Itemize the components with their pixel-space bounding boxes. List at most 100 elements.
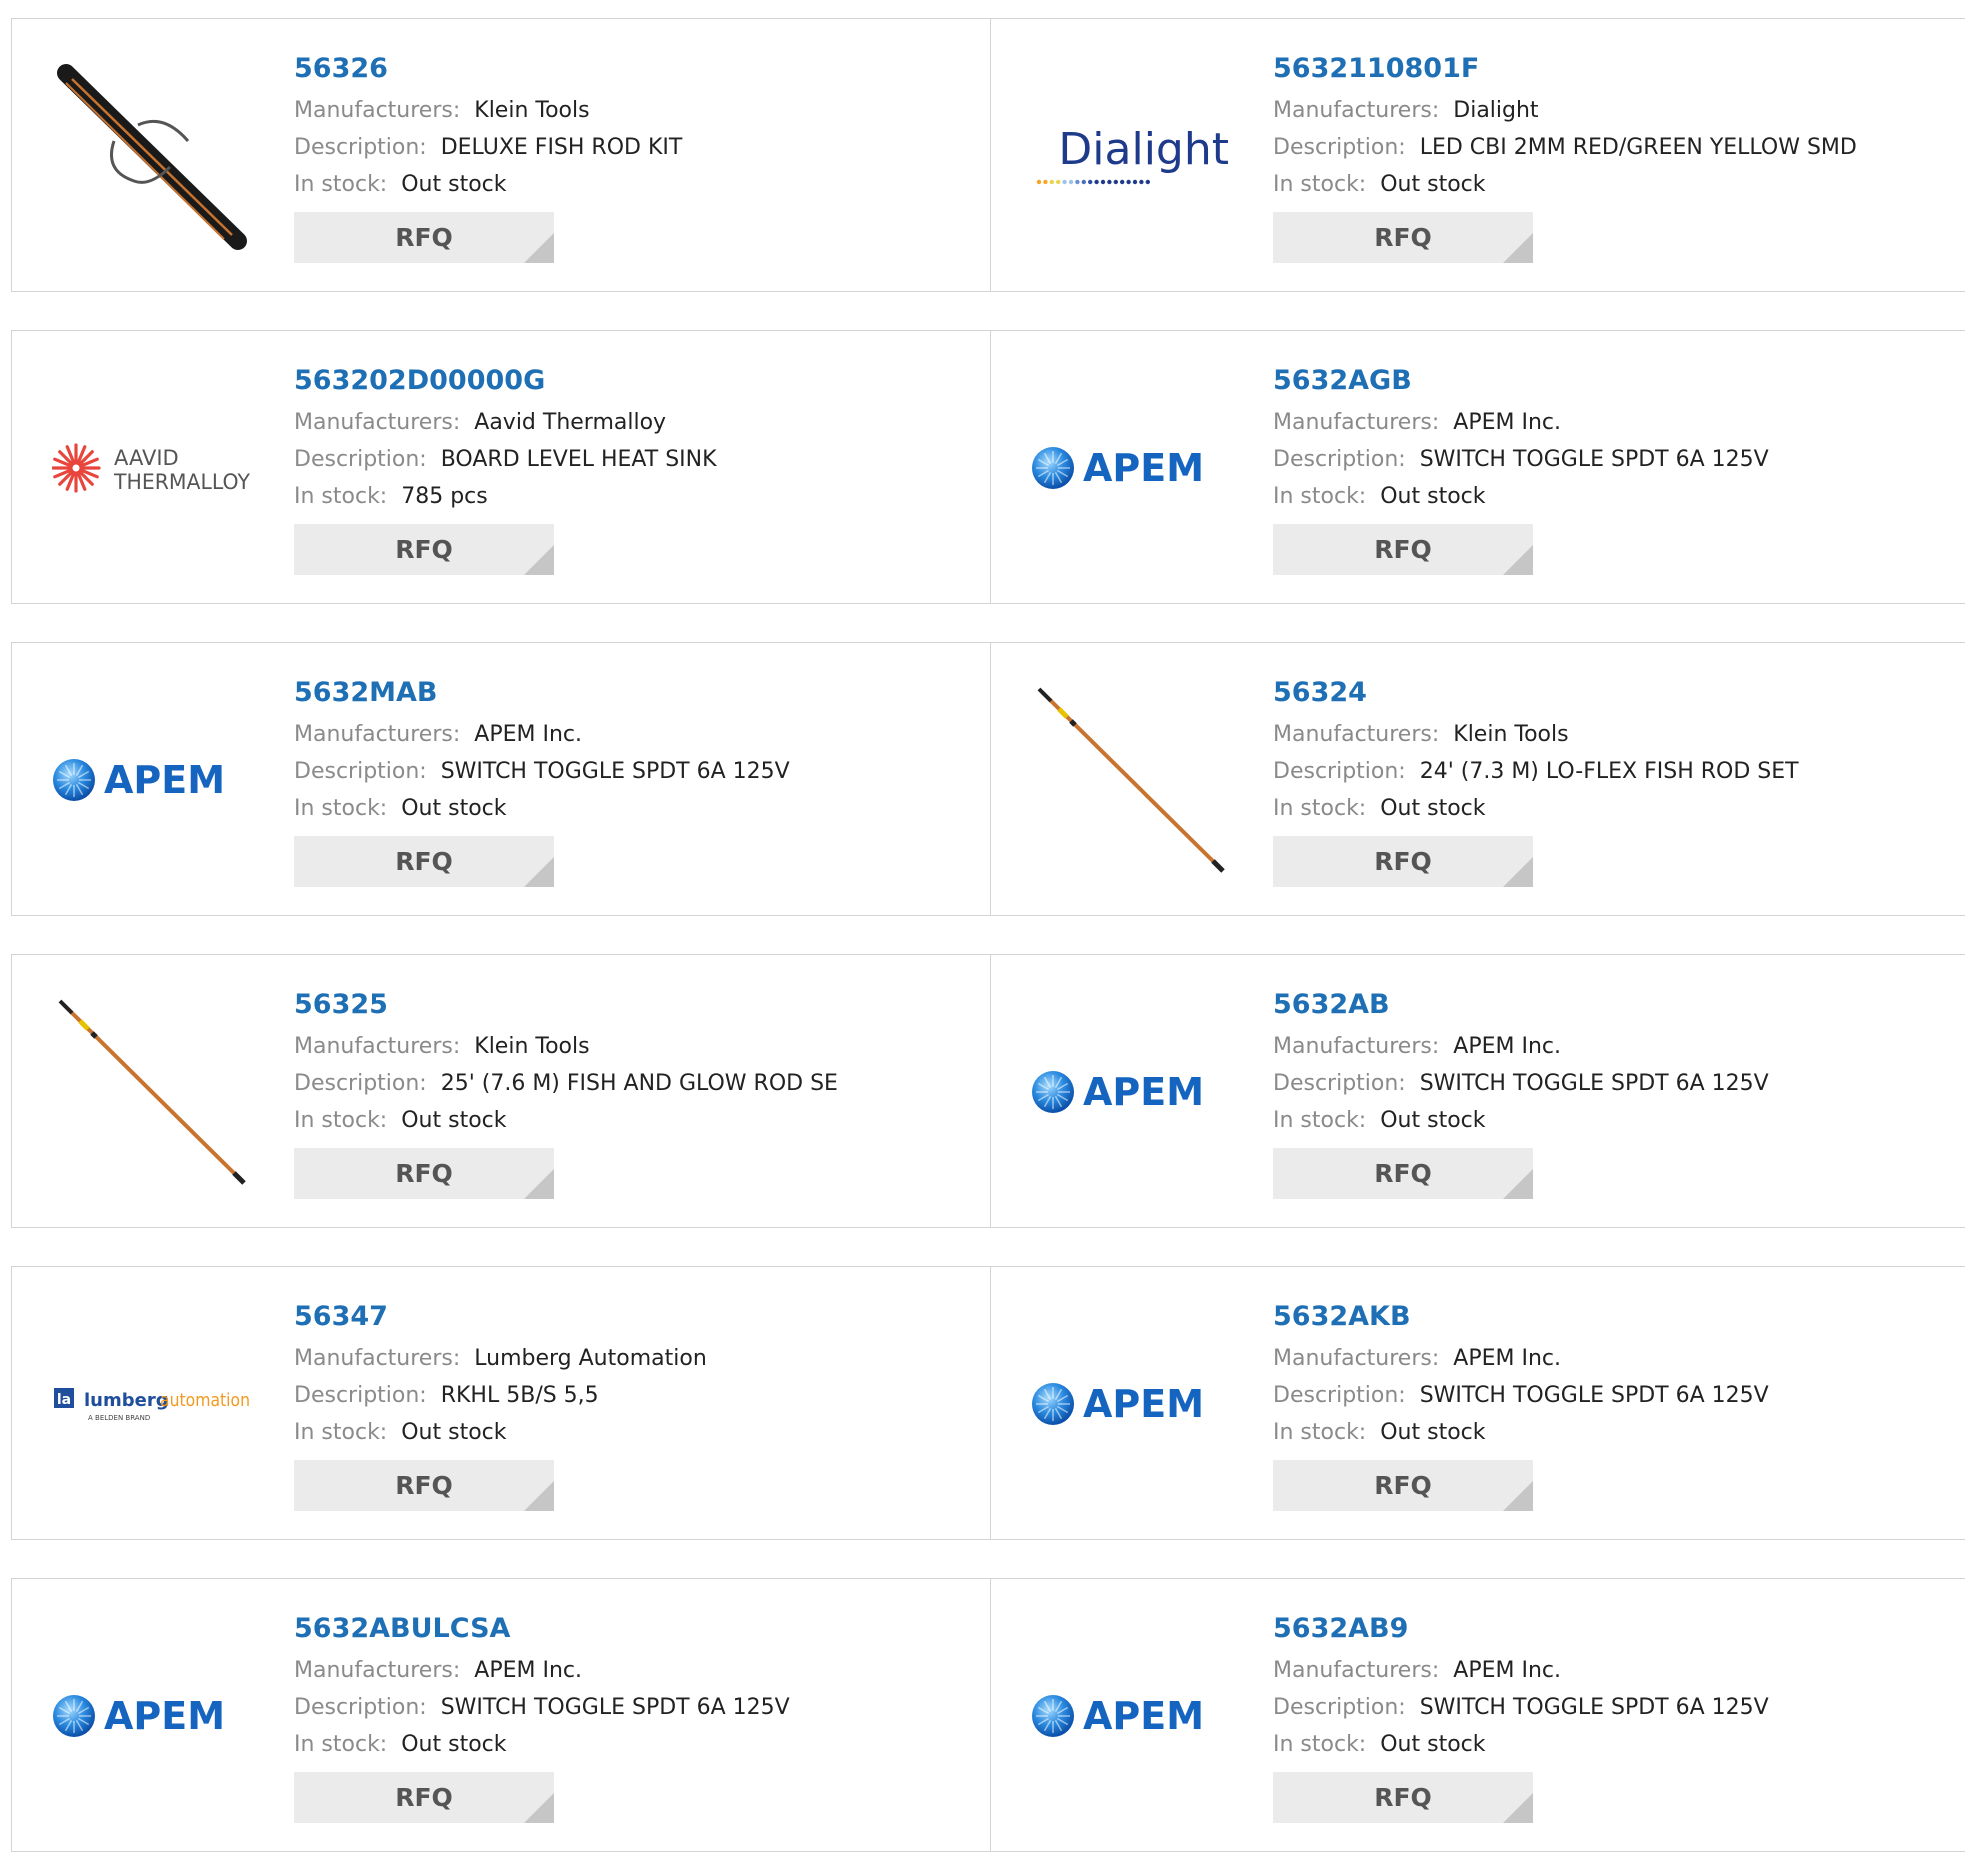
description-value: LED CBI 2MM RED/GREEN YELLOW SMD [1419, 135, 1857, 160]
glow-rod-photo [58, 999, 246, 1185]
description-row: Description: LED CBI 2MM RED/GREEN YELLOW… [1273, 129, 1857, 166]
stock-value: Out stock [401, 1732, 507, 1757]
manufacturer-row: Manufacturers: APEM Inc. [1273, 404, 1769, 441]
product-info: 56324 Manufacturers: Klein Tools Descriptio… [1273, 673, 1799, 887]
manufacturer-value: Lumberg Automation [474, 1346, 707, 1371]
manufacturer-row: Manufacturers: APEM Inc. [1273, 1028, 1769, 1065]
rfq-label: RFQ [395, 1783, 453, 1812]
description-label: Description: [294, 135, 427, 160]
product-image-link[interactable]: APEM [1031, 995, 1231, 1189]
product-card-5632abulcsa: APEM 5632ABULCSA Manufacturers: APEM Inc. De… [12, 1579, 991, 1851]
description-row: Description: 25' (7.6 M) FISH AND GLOW RO… [294, 1065, 838, 1102]
product-image-link[interactable]: AAVID THERMALLOY [52, 371, 252, 565]
product-image-link[interactable]: APEM [1031, 1307, 1231, 1501]
description-row: Description: RKHL 5B/S 5,5 [294, 1377, 707, 1414]
corner-triangle-icon [524, 545, 554, 575]
product-image-link[interactable] [1031, 683, 1231, 877]
part-number-link[interactable]: 5632MAB [294, 673, 790, 713]
manufacturer-row: Manufacturers: Klein Tools [294, 92, 682, 129]
aavid-logo-line2: THERMALLOY [113, 470, 250, 494]
product-image-link[interactable] [52, 995, 252, 1189]
description-row: Description: BOARD LEVEL HEAT SINK [294, 441, 717, 478]
part-number-link[interactable]: 5632AGB [1273, 361, 1769, 401]
lumberg-logo-tagline: A BELDEN BRAND [88, 1414, 150, 1422]
product-image-link[interactable]: Dialight [1031, 59, 1231, 253]
product-image-link[interactable]: APEM [1031, 371, 1231, 565]
manufacturer-label: Manufacturers: [1273, 98, 1440, 123]
rfq-button[interactable]: RFQ [1273, 524, 1533, 575]
description-label: Description: [294, 447, 427, 472]
product-image-link[interactable]: APEM [52, 683, 252, 877]
part-number-link[interactable]: 56326 [294, 49, 682, 89]
manufacturer-value: APEM Inc. [1453, 1034, 1561, 1059]
fish-rod-photo [1037, 687, 1225, 873]
description-label: Description: [294, 1695, 427, 1720]
part-number-link[interactable]: 5632AKB [1273, 1297, 1769, 1337]
description-row: Description: SWITCH TOGGLE SPDT 6A 125V [1273, 441, 1769, 478]
stock-row: In stock: Out stock [294, 1726, 790, 1763]
apem-logo-text: APEM [104, 758, 225, 802]
rfq-label: RFQ [1374, 847, 1432, 876]
stock-value: Out stock [401, 172, 507, 197]
rfq-button[interactable]: RFQ [294, 836, 554, 887]
product-card-5632ab: APEM 5632AB Manufacturers: APEM Inc. Descrip… [991, 955, 1965, 1227]
part-number-link[interactable]: 5632AB [1273, 985, 1769, 1025]
product-list: 56326 Manufacturers: Klein Tools Descriptio… [0, 0, 1965, 1852]
corner-triangle-icon [524, 857, 554, 887]
product-info: 56347 Manufacturers: Lumberg Automation Des… [294, 1297, 707, 1511]
manufacturer-row: Manufacturers: Klein Tools [1273, 716, 1799, 753]
product-image-link[interactable]: la lumberg automation A BELDEN BRAND [52, 1307, 252, 1501]
part-number-link[interactable]: 5632ABULCSA [294, 1609, 790, 1649]
manufacturer-row: Manufacturers: APEM Inc. [1273, 1652, 1769, 1689]
corner-triangle-icon [1503, 1793, 1533, 1823]
description-row: Description: DELUXE FISH ROD KIT [294, 129, 682, 166]
stock-value: Out stock [401, 1108, 507, 1133]
product-info: 5632110801F Manufacturers: Dialight Descrip… [1273, 49, 1857, 263]
stock-label: In stock: [294, 1420, 388, 1445]
description-label: Description: [1273, 447, 1406, 472]
part-number-link[interactable]: 56347 [294, 1297, 707, 1337]
stock-row: In stock: Out stock [1273, 790, 1799, 827]
stock-label: In stock: [1273, 484, 1367, 509]
apem-logo: APEM [1032, 446, 1204, 490]
rfq-button[interactable]: RFQ [1273, 1772, 1533, 1823]
dialight-logo: Dialight [1036, 124, 1229, 185]
stock-row: In stock: Out stock [1273, 1102, 1769, 1139]
rfq-button[interactable]: RFQ [294, 1148, 554, 1199]
rfq-button[interactable]: RFQ [294, 524, 554, 575]
manufacturer-row: Manufacturers: APEM Inc. [1273, 1340, 1769, 1377]
part-number-link[interactable]: 56325 [294, 985, 838, 1025]
rfq-button[interactable]: RFQ [294, 1772, 554, 1823]
part-number-link[interactable]: 5632AB9 [1273, 1609, 1769, 1649]
rfq-button[interactable]: RFQ [1273, 836, 1533, 887]
part-number-link[interactable]: 5632110801F [1273, 49, 1857, 89]
rfq-button[interactable]: RFQ [1273, 1148, 1533, 1199]
product-info: 5632AB9 Manufacturers: APEM Inc. Descriptio… [1273, 1609, 1769, 1823]
description-label: Description: [294, 1383, 427, 1408]
stock-value: Out stock [1380, 796, 1486, 821]
rfq-button[interactable]: RFQ [1273, 1460, 1533, 1511]
part-number-link[interactable]: 563202D00000G [294, 361, 717, 401]
stock-value: Out stock [1380, 1420, 1486, 1445]
product-card-5632akb: APEM 5632AKB Manufacturers: APEM Inc. Descri… [991, 1267, 1965, 1539]
rfq-label: RFQ [395, 847, 453, 876]
apem-logo-text: APEM [104, 1694, 225, 1738]
stock-value: Out stock [1380, 1732, 1486, 1757]
description-row: Description: SWITCH TOGGLE SPDT 6A 125V [1273, 1065, 1769, 1102]
part-number-link[interactable]: 56324 [1273, 673, 1799, 713]
product-image-link[interactable]: APEM [52, 1619, 252, 1813]
product-image-link[interactable]: APEM [1031, 1619, 1231, 1813]
manufacturer-value: Klein Tools [474, 1034, 590, 1059]
rfq-button[interactable]: RFQ [294, 212, 554, 263]
manufacturer-value: Dialight [1453, 98, 1539, 123]
description-value: SWITCH TOGGLE SPDT 6A 125V [1419, 1695, 1769, 1720]
stock-row: In stock: Out stock [1273, 1726, 1769, 1763]
manufacturer-value: APEM Inc. [1453, 1658, 1561, 1683]
rfq-button[interactable]: RFQ [1273, 212, 1533, 263]
product-info: 5632MAB Manufacturers: APEM Inc. Descriptio… [294, 673, 790, 887]
rfq-button[interactable]: RFQ [294, 1460, 554, 1511]
stock-label: In stock: [294, 1108, 388, 1133]
description-value: SWITCH TOGGLE SPDT 6A 125V [1419, 1383, 1769, 1408]
product-image-link[interactable] [52, 59, 252, 253]
product-card-5632mab: APEM 5632MAB Manufacturers: APEM Inc. Descri… [12, 643, 991, 915]
